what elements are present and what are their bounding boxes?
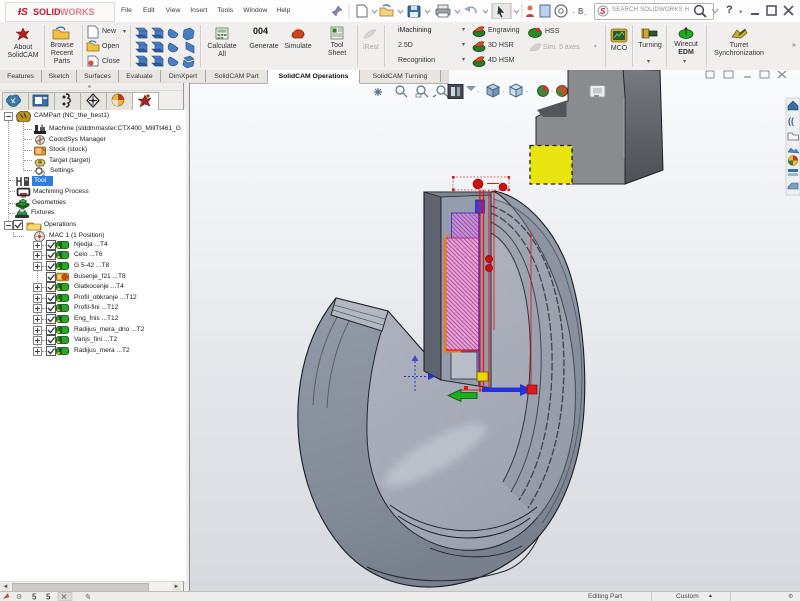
svg-text:B: B — [578, 7, 583, 16]
svg-text:S: S — [600, 7, 606, 16]
svg-text:ƗS: ƗS — [18, 6, 28, 18]
svg-text:SOLID: SOLID — [33, 7, 61, 17]
svg-text:.: . — [584, 7, 587, 17]
svg-text:WORKS: WORKS — [60, 7, 95, 17]
svg-text:·: · — [572, 7, 575, 17]
svg-text:((: (( — [788, 116, 794, 126]
